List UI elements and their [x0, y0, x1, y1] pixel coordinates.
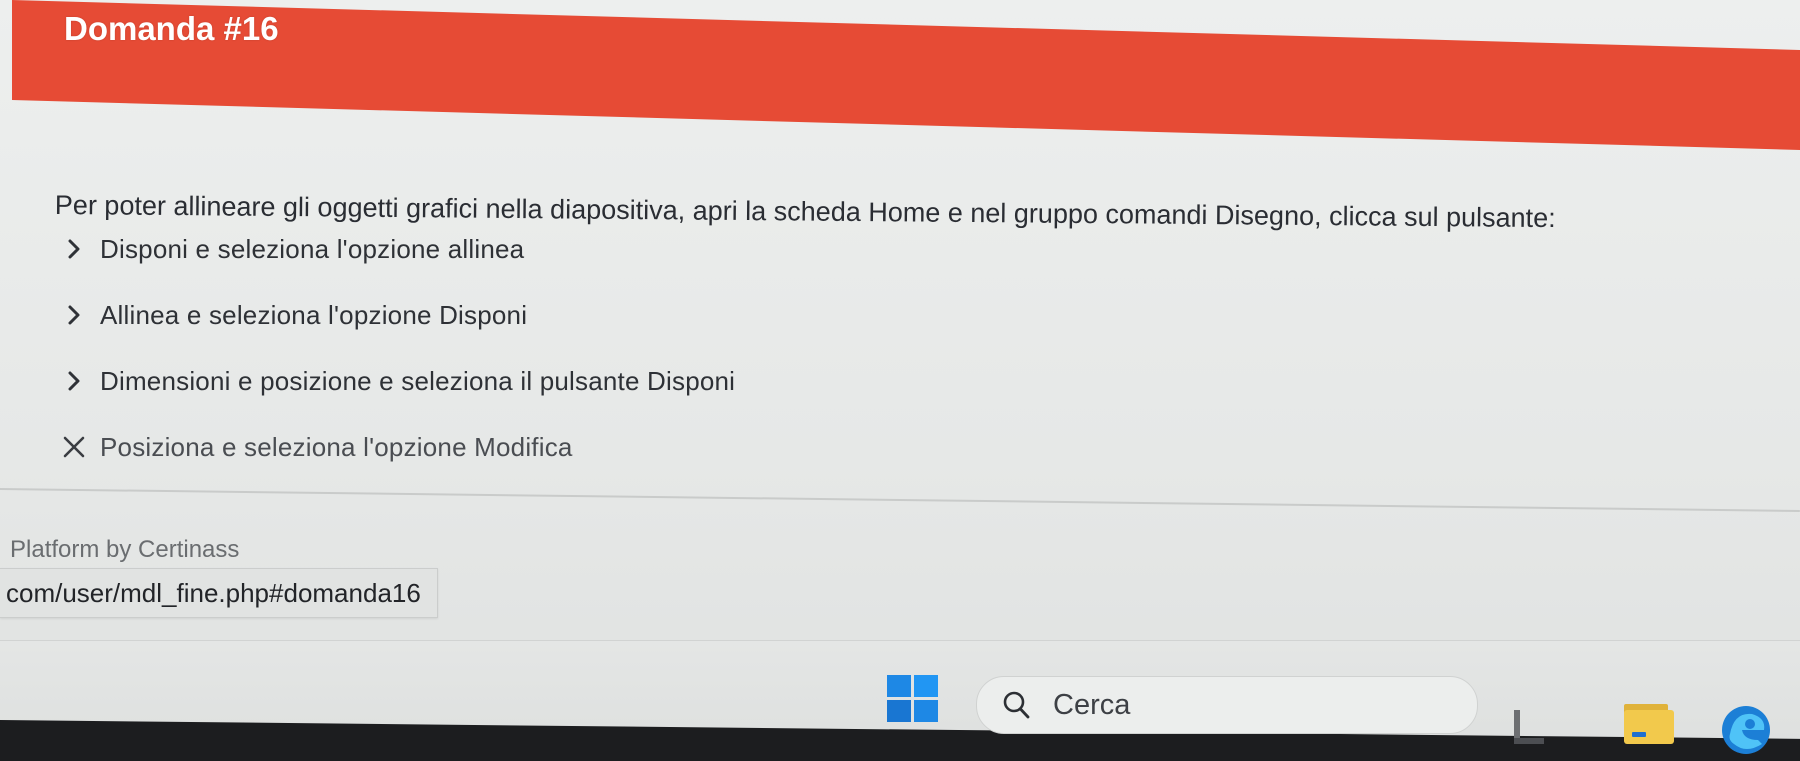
question-title: Domanda #16	[64, 10, 279, 47]
chevron-right-icon	[48, 238, 100, 260]
divider	[0, 488, 1800, 512]
answer-label: Dimensioni e posizione e seleziona il pu…	[100, 365, 736, 396]
edge-browser-icon[interactable]	[1716, 700, 1776, 756]
screen: Domanda #16 Per poter allineare gli ogge…	[0, 0, 1800, 761]
taskbar-search-box[interactable]: Cerca	[976, 676, 1478, 734]
answer-option-3[interactable]: Dimensioni e posizione e seleziona il pu…	[48, 348, 948, 414]
question-card: Per poter allineare gli oggetti grafici …	[0, 108, 1800, 488]
answer-label: Posiziona e seleziona l'opzione Modifica	[100, 431, 573, 462]
platform-credit: Platform by Certinass	[10, 536, 240, 563]
chevron-right-icon	[48, 370, 100, 392]
answer-option-1[interactable]: Disponi e seleziona l'opzione allinea	[48, 216, 948, 282]
status-bar-url: com/user/mdl_fine.php#domanda16	[0, 568, 438, 618]
file-explorer-icon[interactable]	[1620, 700, 1680, 756]
search-placeholder: Cerca	[1053, 688, 1131, 721]
answer-label: Disponi e seleziona l'opzione allinea	[100, 233, 525, 264]
windows-start-icon[interactable]	[886, 674, 940, 724]
close-icon	[48, 434, 100, 460]
answer-list: Disponi e seleziona l'opzione allinea Al…	[48, 216, 948, 480]
search-icon	[999, 688, 1033, 722]
chevron-right-icon	[48, 304, 100, 326]
widgets-icon[interactable]	[1502, 700, 1562, 756]
answer-label: Allinea e seleziona l'opzione Disponi	[100, 299, 528, 330]
answer-option-2[interactable]: Allinea e seleziona l'opzione Disponi	[48, 282, 948, 348]
answer-option-4[interactable]: Posiziona e seleziona l'opzione Modifica	[48, 414, 948, 480]
